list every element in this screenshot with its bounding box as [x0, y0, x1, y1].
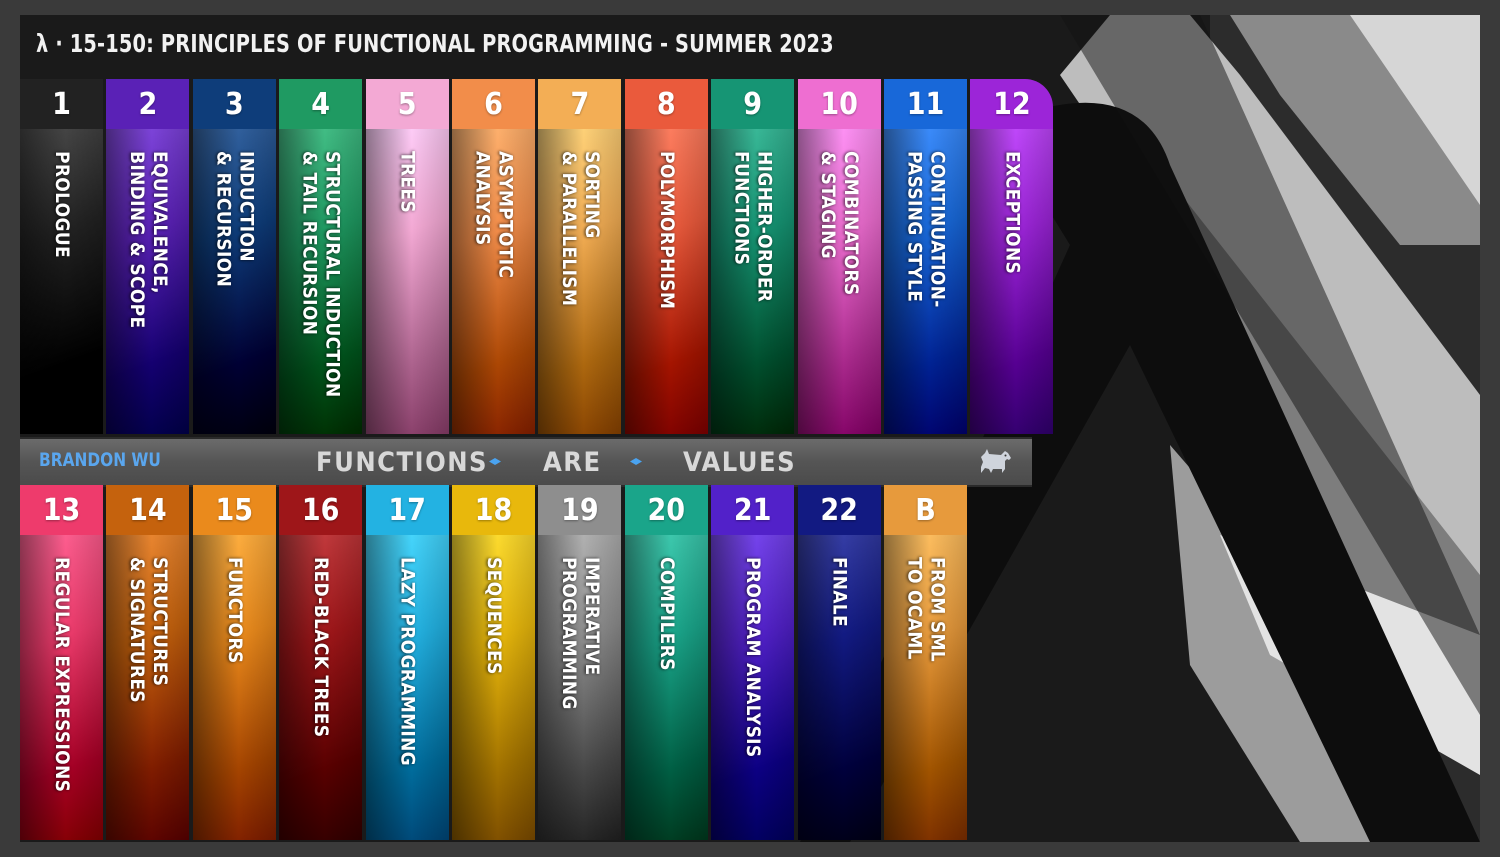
lecture-number: 8 — [624, 79, 708, 129]
lecture-title: TREES — [396, 151, 419, 213]
lecture-title: STRUCTURES & SIGNATURES — [125, 557, 171, 703]
lecture-card[interactable]: 2 EQUIVALENCE, BINDING & SCOPE — [106, 79, 190, 434]
lecture-number: 12 — [970, 79, 1054, 129]
lecture-title: HIGHER-ORDER FUNCTIONS — [730, 151, 776, 303]
lecture-title: CONTINUATION- PASSING STYLE — [903, 151, 949, 308]
lecture-card[interactable]: 11 CONTINUATION- PASSING STYLE — [884, 79, 967, 434]
lecture-title: COMBINATORS & STAGING — [817, 151, 863, 296]
lecture-card[interactable]: 16 RED-BLACK TREES — [279, 485, 363, 840]
diamond-icon — [489, 458, 501, 465]
lecture-title: LAZY PROGRAMMING — [396, 557, 419, 766]
motto-word-functions: FUNCTIONS — [316, 447, 489, 478]
lecture-title: SORTING & PARALLELISM — [557, 151, 603, 307]
lecture-title: IMPERATIVE PROGRAMMING — [557, 557, 603, 710]
lecture-title: PROGRAM ANALYSIS — [742, 557, 765, 758]
lecture-number: 3 — [192, 79, 276, 129]
lecture-title: EQUIVALENCE, BINDING & SCOPE — [125, 151, 171, 329]
lecture-number: B — [884, 485, 967, 535]
lecture-card[interactable]: 19 IMPERATIVE PROGRAMMING — [538, 485, 622, 840]
lecture-number: 1 — [20, 79, 103, 129]
lecture-card[interactable]: 4 STRUCTURAL INDUCTION & TAIL RECURSION — [279, 79, 363, 434]
lecture-card[interactable]: 20 COMPILERS — [624, 485, 708, 840]
lecture-title: REGULAR EXPRESSIONS — [51, 557, 73, 793]
lecture-card[interactable]: 12 EXCEPTIONS — [970, 79, 1054, 434]
lecture-number: 22 — [797, 485, 881, 535]
lecture-title: EXCEPTIONS — [1001, 151, 1024, 275]
lecture-number: 11 — [884, 79, 967, 129]
scottie-dog-icon — [981, 449, 1011, 473]
lecture-number: 15 — [192, 485, 276, 535]
lecture-title: COMPILERS — [655, 557, 678, 671]
lecture-card[interactable]: 22 FINALE — [797, 485, 881, 840]
lecture-title: SEQUENCES — [483, 557, 505, 675]
page-title: λ · 15-150: PRINCIPLES OF FUNCTIONAL PRO… — [36, 29, 834, 58]
lecture-number: 14 — [106, 485, 190, 535]
header-bar: λ · 15-150: PRINCIPLES OF FUNCTIONAL PRO… — [20, 15, 1110, 79]
lecture-card[interactable]: 6 ASYMPTOTIC ANALYSIS — [452, 79, 535, 434]
lecture-card[interactable]: 7 SORTING & PARALLELISM — [538, 79, 622, 434]
lecture-number: 9 — [711, 79, 795, 129]
lecture-title: INDUCTION & RECURSION — [212, 151, 258, 288]
lecture-card[interactable]: 21 PROGRAM ANALYSIS — [711, 485, 795, 840]
motto-divider: BRANDON WU FUNCTIONS ARE VALUES — [20, 437, 1032, 487]
lecture-title: RED-BLACK TREES — [310, 557, 333, 738]
lecture-number: 5 — [365, 79, 449, 129]
lecture-number: 4 — [279, 79, 363, 129]
motto-word-are: ARE — [543, 447, 602, 478]
diamond-icon — [630, 458, 642, 465]
lecture-title: PROLOGUE — [51, 151, 73, 258]
lecture-number: 6 — [452, 79, 535, 129]
lecture-card[interactable]: 15 FUNCTORS — [192, 485, 276, 840]
lecture-card[interactable]: 10 COMBINATORS & STAGING — [797, 79, 881, 434]
lecture-number: 19 — [538, 485, 622, 535]
author-name: BRANDON WU — [39, 449, 161, 471]
lecture-card[interactable]: 3 INDUCTION & RECURSION — [192, 79, 276, 434]
lecture-title: POLYMORPHISM — [655, 151, 678, 310]
lecture-number: 10 — [797, 79, 881, 129]
lecture-number: 2 — [106, 79, 190, 129]
lecture-card[interactable]: 17 LAZY PROGRAMMING — [365, 485, 449, 840]
lecture-title: FROM SML TO OCAML — [903, 557, 949, 662]
lecture-card[interactable]: 13 REGULAR EXPRESSIONS — [20, 485, 103, 840]
lecture-card[interactable]: 5 TREES — [365, 79, 449, 434]
lecture-card[interactable]: 14 STRUCTURES & SIGNATURES — [106, 485, 190, 840]
lecture-card[interactable]: 1 PROLOGUE — [20, 79, 103, 434]
lecture-card[interactable]: B FROM SML TO OCAML — [884, 485, 967, 840]
lecture-title: ASYMPTOTIC ANALYSIS — [471, 151, 517, 279]
lecture-number: 7 — [538, 79, 622, 129]
lecture-number: 13 — [20, 485, 103, 535]
lecture-number: 21 — [711, 485, 795, 535]
lecture-number: 17 — [365, 485, 449, 535]
lecture-title: STRUCTURAL INDUCTION & TAIL RECURSION — [298, 151, 344, 398]
lecture-card[interactable]: 18 SEQUENCES — [452, 485, 535, 840]
lecture-number: 18 — [452, 485, 535, 535]
lecture-number: 20 — [624, 485, 708, 535]
motto-word-values: VALUES — [683, 447, 797, 478]
lecture-card[interactable]: 8 POLYMORPHISM — [624, 79, 708, 434]
lecture-title: FINALE — [828, 557, 851, 627]
lecture-card[interactable]: 9 HIGHER-ORDER FUNCTIONS — [711, 79, 795, 434]
lecture-number: 16 — [279, 485, 363, 535]
lecture-title: FUNCTORS — [223, 557, 246, 664]
